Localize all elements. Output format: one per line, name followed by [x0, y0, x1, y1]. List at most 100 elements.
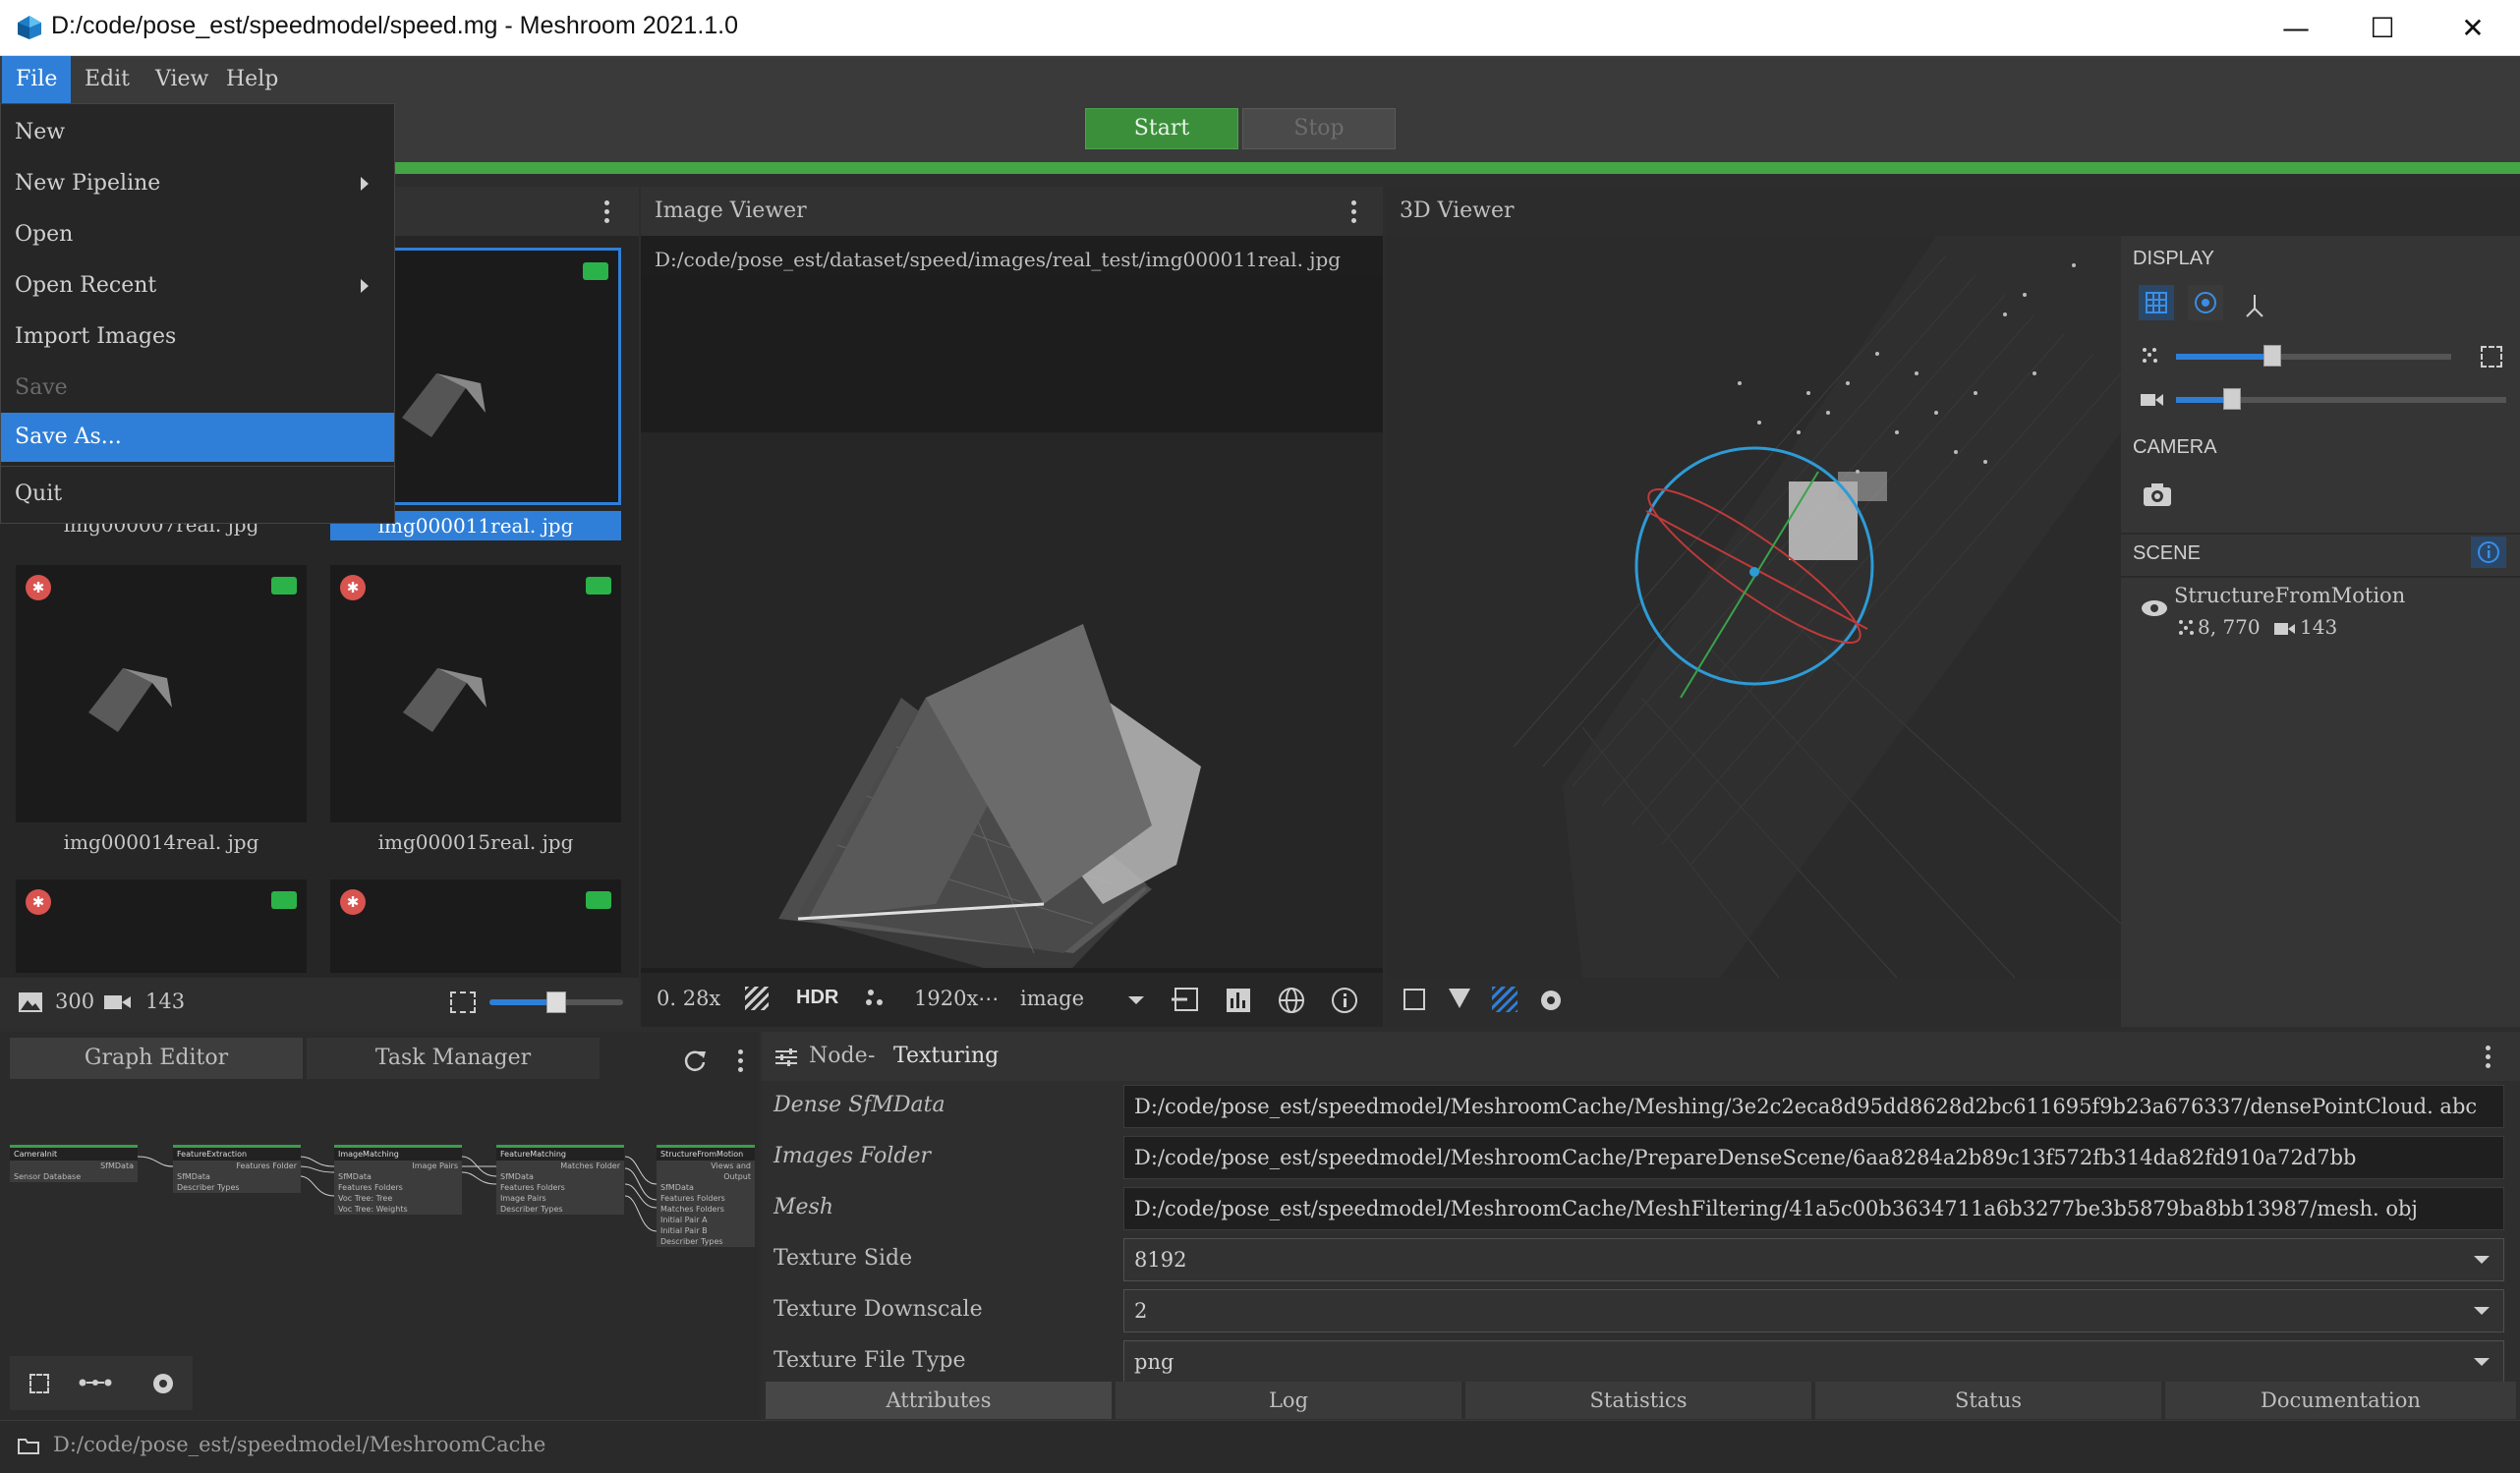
graph-node-port: Views and: [711, 1161, 751, 1170]
node-panel-menu-icon[interactable]: [2485, 1046, 2491, 1069]
node-panel-tabs: Attributes Log Statistics Status Documen…: [766, 1382, 2520, 1419]
file-menu-item[interactable]: Import Images: [1, 312, 394, 362]
image-count: 300: [55, 990, 95, 1013]
attribute-value-field[interactable]: D:/code/pose_est/speedmodel/MeshroomCach…: [1123, 1187, 2504, 1230]
slider-handle[interactable]: [2223, 388, 2242, 410]
graph-canvas[interactable]: CameraInit SfMData Sensor Database Featu…: [0, 1086, 759, 1361]
tab-graph-editor[interactable]: Graph Editor: [10, 1038, 303, 1079]
file-menu-item-highlighted[interactable]: Save As...: [1, 413, 394, 462]
tab-documentation[interactable]: Documentation: [2165, 1382, 2516, 1419]
texture-side-select[interactable]: 8192: [1123, 1238, 2504, 1281]
graph-node-structurefrommotion[interactable]: StructureFromMotion Views and Output SfM…: [657, 1145, 755, 1247]
attribute-value-field[interactable]: D:/code/pose_est/speedmodel/MeshroomCach…: [1123, 1085, 2504, 1128]
tab-task-manager[interactable]: Task Manager: [307, 1038, 600, 1079]
hdr-toggle[interactable]: HDR: [796, 987, 838, 1009]
refresh-icon[interactable]: [682, 1048, 708, 1073]
menu-file[interactable]: File: [2, 56, 72, 103]
tab-statistics[interactable]: Statistics: [1465, 1382, 1811, 1419]
close-button[interactable]: ✕: [2428, 0, 2518, 56]
image-viewer-menu-icon[interactable]: [1350, 200, 1356, 224]
graph-node-port: Image Pairs: [412, 1161, 458, 1170]
reject-icon: ✱: [26, 575, 51, 600]
graph-node-featureextraction[interactable]: FeatureExtraction Features Folder SfMDat…: [173, 1145, 301, 1193]
checker-icon[interactable]: [745, 987, 769, 1010]
graph-node-port: Describer Types: [660, 1237, 723, 1246]
chevron-down-icon: [2474, 1307, 2490, 1315]
fit-view-icon[interactable]: [2481, 346, 2502, 368]
minimize-button[interactable]: —: [2251, 0, 2341, 56]
thumbnail-size-icon: [450, 991, 476, 1013]
visibility-icon[interactable]: [1449, 989, 1470, 1008]
slider-handle[interactable]: [546, 991, 566, 1013]
thumbnail[interactable]: ✱: [16, 879, 307, 973]
cache-folder-path[interactable]: D:/code/pose_est/speedmodel/MeshroomCach…: [53, 1433, 545, 1456]
thumbnail[interactable]: ✱ img000014real. jpg: [16, 565, 307, 854]
camera-scale-slider[interactable]: [2176, 388, 2506, 410]
menu-bar: File Edit View Help: [0, 56, 2520, 103]
scene-info-button[interactable]: [2471, 537, 2506, 568]
scene-item-name[interactable]: StructureFromMotion: [2174, 584, 2405, 607]
info-icon[interactable]: [1331, 987, 1358, 1014]
chevron-down-icon: [2474, 1256, 2490, 1264]
gizmo-toggle[interactable]: [2188, 285, 2223, 320]
camera-snapshot-icon[interactable]: [2143, 482, 2172, 507]
camera-icon: [586, 577, 611, 595]
graph-node-imagematching[interactable]: ImageMatching Image Pairs SfMData Featur…: [334, 1145, 462, 1215]
reject-icon: ✱: [340, 889, 366, 915]
maximize-button[interactable]: ☐: [2337, 0, 2428, 56]
thumbnail-size-slider[interactable]: [489, 991, 623, 1013]
satellite-thumbnail-icon: [402, 373, 486, 437]
graph-editor-panel: Graph Editor Task Manager CameraInit SfM…: [0, 1032, 759, 1420]
graph-menu-icon[interactable]: [737, 1049, 743, 1073]
texture-downscale-select[interactable]: 2: [1123, 1289, 2504, 1332]
connector-icon[interactable]: [79, 1376, 112, 1389]
node-name: Texturing: [893, 1044, 1000, 1068]
thumbnail[interactable]: ✱: [330, 879, 621, 973]
graph-node-camerainit[interactable]: CameraInit SfMData Sensor Database: [10, 1145, 138, 1182]
grid-toggle[interactable]: [2139, 285, 2174, 320]
stop-button[interactable]: Stop: [1242, 108, 1396, 149]
scene-canvas[interactable]: [1386, 236, 2121, 978]
eye-icon[interactable]: [2141, 599, 2168, 617]
file-menu-item[interactable]: New: [1, 108, 394, 157]
file-menu-item[interactable]: Open Recent: [1, 261, 394, 311]
graph-node-port: Features Folders: [660, 1194, 725, 1203]
gear-icon[interactable]: [149, 1370, 177, 1397]
file-menu-item-label: Open Recent: [15, 273, 157, 298]
file-menu-item[interactable]: New Pipeline: [1, 159, 394, 208]
tab-log[interactable]: Log: [1116, 1382, 1461, 1419]
fit-graph-icon[interactable]: [29, 1374, 49, 1393]
gallery-footer: 300 143: [0, 978, 639, 1027]
gear-icon[interactable]: [1537, 987, 1565, 1014]
wireframe-icon[interactable]: [1492, 987, 1518, 1012]
bounding-box-icon[interactable]: [1403, 989, 1425, 1010]
image-icon: [19, 992, 42, 1012]
tab-attributes[interactable]: Attributes: [766, 1382, 1112, 1419]
graph-node-title: StructureFromMotion: [657, 1148, 755, 1161]
attribute-value-field[interactable]: D:/code/pose_est/speedmodel/MeshroomCach…: [1123, 1136, 2504, 1179]
features-icon[interactable]: [863, 987, 887, 1010]
file-menu-item[interactable]: Open: [1, 210, 394, 259]
chevron-down-icon[interactable]: [1128, 996, 1144, 1004]
menu-help[interactable]: Help: [212, 56, 292, 103]
file-menu-item[interactable]: Quit: [1, 470, 394, 519]
image-mode-select[interactable]: image: [1020, 987, 1084, 1010]
menu-view[interactable]: View: [142, 56, 222, 103]
histogram-icon[interactable]: [1225, 987, 1252, 1012]
image-canvas[interactable]: [641, 275, 1383, 968]
viewer-3d-title: 3D Viewer: [1400, 198, 1515, 223]
start-button[interactable]: Start: [1085, 108, 1238, 149]
slider-handle[interactable]: [2263, 345, 2281, 367]
texture-file-type-select[interactable]: png: [1123, 1340, 2504, 1382]
graph-node-port: Describer Types: [177, 1183, 240, 1192]
attribute-row: Texture File Type png: [762, 1336, 2520, 1382]
graph-node-featurematching[interactable]: FeatureMatching Matches Folder SfMData F…: [496, 1145, 624, 1215]
tab-status[interactable]: Status: [1815, 1382, 2161, 1419]
menu-edit[interactable]: Edit: [71, 56, 143, 103]
point-size-slider[interactable]: [2176, 345, 2451, 367]
axis-icon[interactable]: [2241, 291, 2268, 318]
thumbnail[interactable]: ✱ img000015real. jpg: [330, 565, 621, 854]
globe-icon[interactable]: [1278, 987, 1305, 1014]
metadata-icon[interactable]: [1172, 987, 1199, 1012]
gallery-menu-icon[interactable]: [603, 200, 609, 224]
